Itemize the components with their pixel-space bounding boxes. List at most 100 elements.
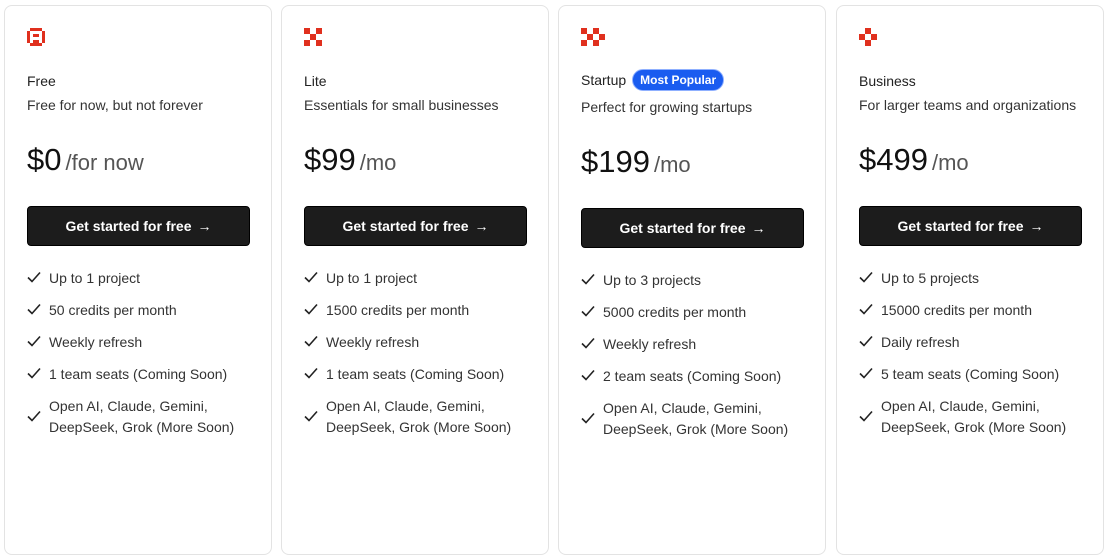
check-icon — [581, 302, 603, 317]
plan-period: /mo — [931, 150, 969, 175]
feature-text: Weekly refresh — [603, 336, 697, 352]
plan-period: /mo — [653, 152, 691, 177]
feature-text: 15000 credits per month — [881, 302, 1032, 318]
feature-item: 5000 credits per month — [581, 302, 811, 323]
feature-text: Open AI, Claude, Gemini, DeepSeek, Grok … — [603, 400, 789, 437]
arrow-right-icon: → — [197, 218, 212, 234]
feature-item: Daily refresh — [859, 332, 1089, 353]
check-icon — [27, 268, 49, 283]
plan-subtitle: Perfect for growing startups — [581, 99, 753, 115]
get-started-button[interactable]: Get started for free → — [581, 208, 804, 248]
feature-item: 50 credits per month — [27, 300, 257, 321]
check-icon — [859, 300, 881, 315]
feature-text: 1500 credits per month — [326, 302, 470, 318]
feature-text: 5 team seats (Coming Soon) — [881, 366, 1060, 382]
feature-list: Up to 1 project 50 credits per month Wee… — [27, 268, 257, 449]
price-row: $199 /mo — [581, 144, 691, 180]
check-icon — [581, 334, 603, 349]
plan-card-lite: Lite Essentials for small businesses $99… — [281, 5, 549, 555]
feature-item: Open AI, Claude, Gemini, DeepSeek, Grok … — [581, 398, 811, 440]
plan-name: Startup — [581, 72, 627, 88]
plan-price: $0 — [27, 142, 62, 177]
check-icon — [581, 398, 603, 424]
double-checker-pixel-icon — [581, 28, 605, 46]
most-popular-badge: Most Popular — [632, 69, 725, 91]
plan-period: /mo — [359, 150, 397, 175]
feature-text: Weekly refresh — [49, 334, 143, 350]
pricing-grid: Free Free for now, but not forever $0 /f… — [4, 5, 1106, 555]
feature-list: Up to 5 projects 15000 credits per month… — [859, 268, 1089, 449]
plan-name: Lite — [304, 73, 327, 89]
feature-item: 15000 credits per month — [859, 300, 1089, 321]
feature-text: Open AI, Claude, Gemini, DeepSeek, Grok … — [326, 398, 512, 435]
plan-title-row: Business — [859, 71, 916, 91]
arrow-right-icon: → — [474, 218, 489, 234]
feature-text: Weekly refresh — [326, 334, 420, 350]
feature-text: Up to 3 projects — [603, 272, 702, 288]
check-icon — [859, 396, 881, 422]
feature-text: Up to 1 project — [326, 270, 418, 286]
plan-name: Business — [859, 73, 916, 89]
feature-text: Open AI, Claude, Gemini, DeepSeek, Grok … — [881, 398, 1067, 435]
feature-item: 1 team seats (Coming Soon) — [304, 364, 534, 385]
feature-item: 5 team seats (Coming Soon) — [859, 364, 1089, 385]
plan-subtitle: For larger teams and organizations — [859, 97, 1077, 113]
feature-list: Up to 3 projects 5000 credits per month … — [581, 270, 811, 451]
plan-title-row: Lite — [304, 71, 327, 91]
check-icon — [581, 270, 603, 285]
plan-title-row: Free — [27, 71, 56, 91]
cta-label: Get started for free — [619, 220, 746, 236]
feature-text: 5000 credits per month — [603, 304, 747, 320]
plan-subtitle: Free for now, but not forever — [27, 97, 203, 113]
check-icon — [27, 396, 49, 422]
feature-text: 2 team seats (Coming Soon) — [603, 368, 782, 384]
plan-subtitle: Essentials for small businesses — [304, 97, 499, 113]
check-icon — [859, 268, 881, 283]
plan-card-free: Free Free for now, but not forever $0 /f… — [4, 5, 272, 555]
feature-item: Open AI, Claude, Gemini, DeepSeek, Grok … — [859, 396, 1089, 438]
feature-item: Up to 1 project — [304, 268, 534, 289]
feature-text: Open AI, Claude, Gemini, DeepSeek, Grok … — [49, 398, 235, 435]
arrow-right-icon: → — [1029, 218, 1044, 234]
feature-item: 2 team seats (Coming Soon) — [581, 366, 811, 387]
feature-text: 1 team seats (Coming Soon) — [49, 366, 228, 382]
check-icon — [581, 366, 603, 381]
check-icon — [27, 300, 49, 315]
price-row: $499 /mo — [859, 142, 969, 178]
get-started-button[interactable]: Get started for free → — [27, 206, 250, 246]
feature-item: Weekly refresh — [304, 332, 534, 353]
price-row: $0 /for now — [27, 142, 144, 178]
plan-price: $99 — [304, 142, 356, 177]
feature-text: Daily refresh — [881, 334, 960, 350]
plan-price: $199 — [581, 144, 650, 179]
feature-list: Up to 1 project 1500 credits per month W… — [304, 268, 534, 449]
feature-item: Open AI, Claude, Gemini, DeepSeek, Grok … — [27, 396, 257, 438]
diamond-pixel-icon — [859, 28, 877, 46]
check-icon — [304, 268, 326, 283]
check-icon — [304, 396, 326, 422]
feature-item: Weekly refresh — [27, 332, 257, 353]
feature-item: 1500 credits per month — [304, 300, 534, 321]
feature-item: Open AI, Claude, Gemini, DeepSeek, Grok … — [304, 396, 534, 438]
plan-title-row: Startup Most Popular — [581, 69, 725, 91]
feature-item: Up to 5 projects — [859, 268, 1089, 289]
smile-pixel-icon — [27, 28, 45, 46]
check-icon — [859, 364, 881, 379]
cta-label: Get started for free — [897, 218, 1024, 234]
check-icon — [859, 332, 881, 347]
get-started-button[interactable]: Get started for free → — [304, 206, 527, 246]
get-started-button[interactable]: Get started for free → — [859, 206, 1082, 246]
check-icon — [304, 332, 326, 347]
price-row: $99 /mo — [304, 142, 396, 178]
feature-item: Up to 3 projects — [581, 270, 811, 291]
feature-item: Up to 1 project — [27, 268, 257, 289]
plan-card-business: Business For larger teams and organizati… — [836, 5, 1104, 555]
check-icon — [27, 364, 49, 379]
feature-item: Weekly refresh — [581, 334, 811, 355]
plan-price: $499 — [859, 142, 928, 177]
feature-text: Up to 1 project — [49, 270, 141, 286]
plan-card-startup: Startup Most Popular Perfect for growing… — [558, 5, 826, 555]
plan-name: Free — [27, 73, 56, 89]
plan-period: /for now — [65, 150, 144, 175]
cta-label: Get started for free — [65, 218, 192, 234]
